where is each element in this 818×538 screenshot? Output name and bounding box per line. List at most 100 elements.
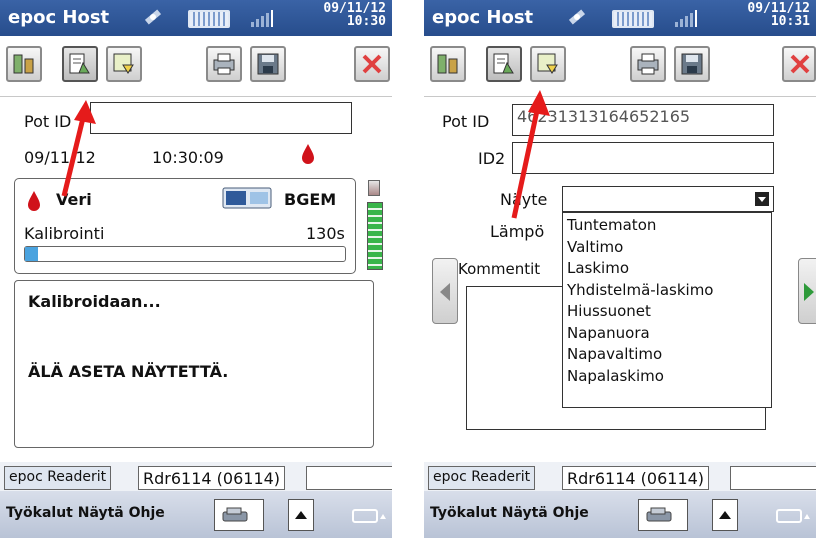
save-button[interactable] [250, 46, 286, 82]
save-icon [257, 53, 279, 75]
patient-tab-button[interactable] [486, 46, 522, 82]
tab-reader-rdr6114[interactable]: Rdr6114 (06114) [138, 466, 286, 490]
battery-icon [188, 10, 230, 28]
annotation-arrow [511, 90, 550, 219]
screen-right: epoc Host 09/11/12 10:31 Pot ID 46231313… [424, 0, 816, 538]
dropdown-arrow-icon [755, 192, 769, 206]
calibration-time: 130s [306, 224, 345, 243]
up-arrow-icon [719, 511, 731, 519]
save-icon [681, 53, 703, 75]
status-time: 10:31 [770, 14, 810, 29]
clipboard-icon [69, 53, 90, 74]
toolbar [424, 36, 816, 94]
sample-dropdown-list: Tuntematon Valtimo Laskimo Yhdistelmä-la… [562, 212, 772, 408]
reading-time: 10:30:09 [152, 148, 224, 167]
print-button[interactable] [630, 46, 666, 82]
reader-tabstrip: epoc Readerit Rdr6114 (06114) [0, 466, 392, 490]
status-datetime: 09/11/12 10:31 [747, 2, 810, 28]
test-tab-button[interactable] [6, 46, 42, 82]
calibration-progress-fill [25, 247, 38, 261]
close-icon [790, 54, 810, 74]
test-tube-icon [437, 54, 458, 74]
save-button[interactable] [674, 46, 710, 82]
pot-id-label: Pot ID [442, 112, 490, 131]
printer-icon [637, 53, 659, 75]
menu-items[interactable]: Työkalut Näytä Ohje [6, 505, 165, 521]
dropdown-option[interactable]: Valtimo [567, 237, 767, 259]
card-reader-icon [222, 187, 272, 209]
keyboard-icon[interactable] [776, 507, 810, 525]
dropdown-option[interactable]: Hiussuonet [567, 301, 767, 323]
left-arrow-icon [440, 283, 450, 301]
scroll-up-button[interactable] [288, 499, 314, 531]
menu-bar: Työkalut Näytä Ohje [0, 491, 392, 538]
calibration-label: Kalibrointi [24, 224, 105, 243]
card-reader-icon [646, 507, 672, 522]
dropdown-option[interactable]: Napanuora [567, 323, 767, 345]
menu-items[interactable]: Työkalut Näytä Ohje [430, 505, 589, 521]
message-warning: ÄLÄ ASETA NÄYTETTÄ. [28, 362, 229, 381]
reader-tabstrip: epoc Readerit Rdr6114 (06114) [424, 466, 816, 490]
signal-icon [251, 10, 273, 27]
card-reader-icon [222, 507, 248, 522]
printer-icon [213, 53, 235, 75]
status-datetime: 09/11/12 10:30 [323, 2, 386, 28]
clipboard-icon [493, 53, 514, 74]
comments-label: Kommentit [458, 260, 541, 278]
dropdown-option[interactable]: Yhdistelmä-laskimo [567, 280, 767, 302]
close-test-button[interactable] [782, 46, 816, 82]
signal-icon [675, 10, 697, 27]
card-tab-button[interactable] [106, 46, 142, 82]
id2-label: ID2 [478, 149, 506, 168]
next-page-button[interactable] [798, 258, 816, 324]
test-tube-icon [13, 54, 34, 74]
reader-icon [368, 180, 380, 196]
app-title: epoc Host [8, 7, 110, 28]
prev-page-button[interactable] [432, 258, 458, 324]
tab-readers[interactable]: epoc Readerit [428, 466, 536, 490]
tab-reader-rdr6114[interactable]: Rdr6114 (06114) [562, 466, 710, 490]
reader-tab-empty [730, 466, 816, 490]
patient-tab-button[interactable] [62, 46, 98, 82]
scroll-up-button[interactable] [712, 499, 738, 531]
close-test-button[interactable] [354, 46, 390, 82]
app-title: epoc Host [432, 7, 534, 28]
battery-level [367, 202, 383, 270]
battery-gauge [362, 180, 388, 272]
battery-icon [612, 10, 654, 28]
satellite-icon [144, 9, 162, 25]
sample-select[interactable] [562, 186, 774, 212]
card-icon [113, 53, 134, 74]
tab-readers[interactable]: epoc Readerit [4, 466, 112, 490]
reader-tab-empty [306, 466, 392, 490]
card-type: BGEM [284, 190, 337, 209]
title-bar: epoc Host 09/11/12 10:31 [424, 0, 816, 36]
print-button[interactable] [206, 46, 242, 82]
satellite-icon [568, 9, 586, 25]
blood-drop-icon [302, 144, 314, 164]
annotation-arrow [61, 100, 96, 197]
dropdown-option[interactable]: Napavaltimo [567, 344, 767, 366]
status-time: 10:30 [346, 14, 386, 29]
close-icon [362, 54, 382, 74]
toolbar [0, 36, 392, 94]
title-bar: epoc Host 09/11/12 10:30 [0, 0, 392, 36]
blood-drop-icon [28, 191, 40, 211]
calibration-progress-bar [24, 246, 346, 262]
dropdown-option[interactable]: Tuntematon [567, 215, 767, 237]
dropdown-option[interactable]: Laskimo [567, 258, 767, 280]
keyboard-icon[interactable] [352, 507, 386, 525]
reader-select[interactable] [638, 499, 688, 531]
card-icon [537, 53, 558, 74]
pot-id-input[interactable] [90, 102, 352, 134]
dropdown-option[interactable]: Napalaskimo [567, 366, 767, 388]
reader-select[interactable] [214, 499, 264, 531]
toolbar-divider [424, 96, 816, 97]
message-title: Kalibroidaan... [28, 292, 161, 311]
test-tab-button[interactable] [430, 46, 466, 82]
up-arrow-icon [295, 511, 307, 519]
screen-left: epoc Host 09/11/12 10:30 Pot ID 09/11/12… [0, 0, 392, 538]
right-arrow-icon [804, 283, 814, 301]
menu-bar: Työkalut Näytä Ohje [424, 491, 816, 538]
card-tab-button[interactable] [530, 46, 566, 82]
